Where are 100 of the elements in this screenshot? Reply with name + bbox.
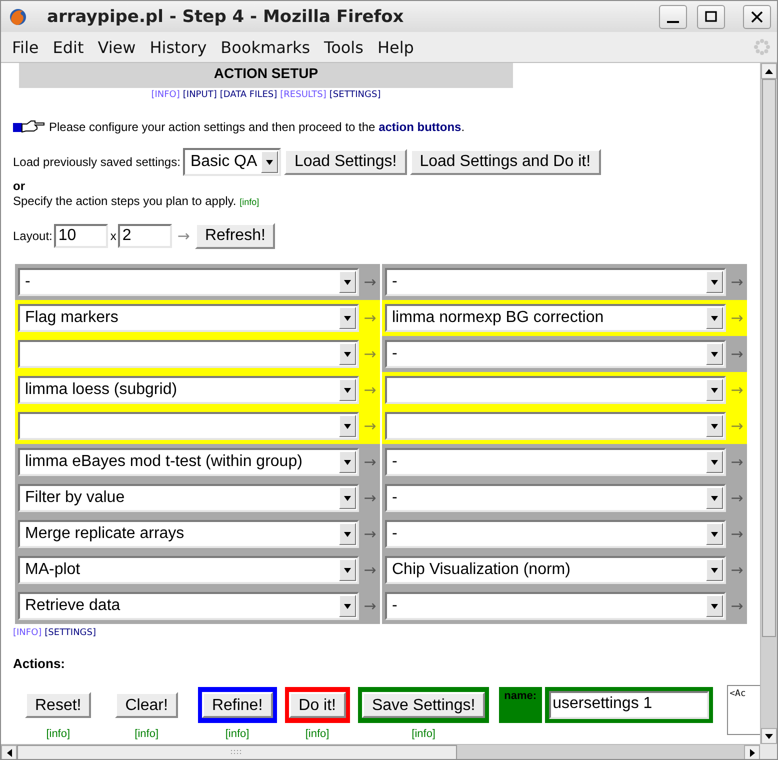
right-arrow-icon: [750, 749, 754, 757]
menu-item[interactable]: History: [142, 38, 214, 56]
arrow: →: [362, 417, 378, 435]
arrow: →: [362, 381, 378, 399]
action-button[interactable]: Reset!: [25, 692, 92, 718]
arrow: →: [730, 561, 744, 579]
step-dropdown[interactable]: -: [385, 484, 726, 512]
action-button[interactable]: Clear!: [115, 692, 178, 718]
load-button[interactable]: Load Settings!: [284, 149, 407, 175]
caret-icon: [344, 280, 351, 284]
action-button[interactable]: Do it!: [288, 692, 346, 718]
step-dropdown[interactable]: -: [385, 340, 726, 368]
step-dropdown[interactable]: -: [385, 592, 726, 620]
caret-icon: [711, 460, 718, 464]
scroll-up-button[interactable]: [761, 63, 777, 79]
arrow: →: [730, 273, 744, 291]
caret-icon: [711, 388, 718, 392]
vertical-scrollbar[interactable]: [760, 63, 777, 744]
scrollbar-thumb[interactable]: [762, 79, 776, 637]
step-dropdown[interactable]: -: [385, 268, 726, 296]
step-dropdown[interactable]: [385, 412, 726, 440]
name-field[interactable]: usersettings 1: [548, 691, 709, 719]
menu-item[interactable]: Bookmarks: [214, 38, 318, 56]
up-arrow-icon: [765, 68, 773, 74]
nav-link[interactable]: [DATA FILES]: [220, 90, 278, 100]
arrow: →: [362, 561, 378, 579]
arrow: →: [730, 597, 744, 615]
scroll-right-button[interactable]: [744, 745, 760, 759]
step-dropdown[interactable]: limma eBayes mod t-test (within group): [18, 448, 359, 476]
load-button[interactable]: Load Settings and Do it!: [410, 149, 601, 175]
scrollbar-thumb[interactable]: [17, 745, 457, 759]
info-link[interactable]: [info]: [134, 728, 159, 740]
action-button[interactable]: Refine!: [202, 692, 273, 718]
down-arrow-icon: [765, 734, 773, 738]
step-dropdown[interactable]: Chip Visualization (norm): [385, 556, 726, 584]
nav-link[interactable]: [SETTINGS]: [44, 628, 96, 638]
arrow: →: [362, 273, 378, 291]
maximize-button[interactable]: [697, 4, 725, 28]
caret-icon: [344, 424, 351, 428]
info-link[interactable]: [info]: [305, 728, 330, 740]
menu-item[interactable]: Tools: [317, 38, 370, 56]
scroll-left-button[interactable]: [1, 745, 17, 759]
info-link[interactable]: [info]: [46, 728, 70, 740]
columns-field[interactable]: 2: [118, 224, 172, 248]
scroll-down-button[interactable]: [761, 728, 777, 744]
nav-link[interactable]: [INFO]: [13, 628, 42, 638]
arrow: →: [730, 453, 744, 471]
caret-icon: [711, 532, 718, 536]
menu-item[interactable]: File: [5, 38, 46, 56]
menu-item[interactable]: Edit: [46, 38, 91, 56]
caret-icon: [344, 532, 351, 536]
arrow: →: [730, 345, 744, 363]
step-dropdown[interactable]: MA-plot: [18, 556, 359, 584]
caret-icon: [266, 160, 274, 164]
nav-link[interactable]: [INPUT]: [182, 90, 217, 100]
step-dropdown[interactable]: limma normexp BG correction: [385, 304, 726, 332]
close-button[interactable]: [743, 4, 771, 28]
arrow: →: [177, 227, 190, 245]
action-button[interactable]: Save Settings!: [362, 692, 486, 718]
action-buttons-link[interactable]: action buttons: [378, 120, 462, 134]
menu-item[interactable]: Help: [370, 38, 421, 56]
arrow: →: [730, 381, 744, 399]
step-dropdown[interactable]: [385, 376, 726, 404]
caret-icon: [711, 568, 718, 572]
caret-icon: [344, 568, 351, 572]
minimize-button[interactable]: [659, 4, 687, 28]
step-dropdown[interactable]: Merge replicate arrays: [18, 520, 359, 548]
horizontal-scrollbar[interactable]: [1, 744, 760, 759]
settings-dropdown[interactable]: Basic QA: [183, 148, 282, 176]
arrow: →: [362, 345, 378, 363]
step-dropdown[interactable]: Filter by value: [18, 484, 359, 512]
caret-icon: [711, 352, 718, 356]
actions-heading: Actions:: [13, 656, 66, 671]
nav-link[interactable]: [INFO]: [151, 90, 180, 100]
caret-icon: [711, 424, 718, 428]
step-dropdown[interactable]: -: [385, 520, 726, 548]
step-dropdown[interactable]: Retrieve data: [18, 592, 359, 620]
pointing-hand-icon: [13, 120, 45, 134]
step-dropdown[interactable]: [18, 340, 359, 368]
nav-link[interactable]: [SETTINGS]: [329, 90, 381, 100]
caret-icon: [344, 460, 351, 464]
info-link[interactable]: [info]: [240, 197, 260, 207]
step-dropdown[interactable]: -: [385, 448, 726, 476]
step-dropdown[interactable]: Flag markers: [18, 304, 359, 332]
menu-item[interactable]: View: [90, 38, 143, 56]
info-link[interactable]: [info]: [412, 728, 436, 740]
step-dropdown[interactable]: -: [18, 268, 359, 296]
step-dropdown[interactable]: [18, 412, 359, 440]
arrow: →: [362, 597, 378, 615]
nav-link[interactable]: [RESULTS]: [280, 90, 326, 100]
window-title: arraypipe.pl - Step 4 - Mozilla Firefox: [47, 6, 405, 26]
caret-icon: [344, 316, 351, 320]
globe-icon: [9, 8, 27, 26]
caret-icon: [344, 388, 351, 392]
arrow: →: [362, 525, 378, 543]
info-link[interactable]: [info]: [225, 728, 250, 740]
refresh-button[interactable]: Refresh!: [194, 223, 276, 249]
rows-field[interactable]: 10: [54, 224, 108, 248]
step-dropdown[interactable]: limma loess (subgrid): [18, 376, 359, 404]
minimize-icon: [667, 20, 679, 22]
